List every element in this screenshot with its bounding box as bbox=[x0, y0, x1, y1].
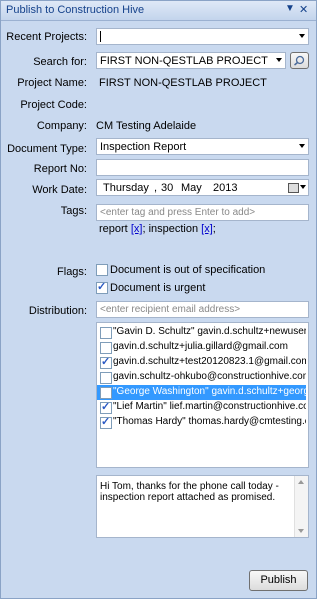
recipient-text: "George Washington" gavin.d.schultz+geor… bbox=[113, 386, 306, 397]
window-title: Publish to Construction Hive bbox=[6, 4, 145, 16]
recipient-checkbox[interactable] bbox=[100, 355, 112, 369]
work-date-separator: , bbox=[154, 182, 158, 194]
recent-projects-label: Recent Projects: bbox=[6, 31, 87, 43]
recipient-checkbox[interactable] bbox=[100, 372, 112, 384]
search-project-value: FIRST NON-QESTLAB PROJECT bbox=[100, 55, 268, 67]
list-item[interactable]: "Gavin D. Schultz" gavin.d.schultz+newus… bbox=[97, 325, 306, 340]
work-date-label: Work Date: bbox=[32, 184, 87, 196]
work-date-day[interactable]: 30 bbox=[161, 182, 173, 194]
tags-label: Tags: bbox=[60, 205, 87, 217]
message-line: Hi Tom, thanks for the phone call today … bbox=[100, 481, 279, 492]
flags-label: Flags: bbox=[57, 266, 87, 278]
recipient-list[interactable]: "Gavin D. Schultz" gavin.d.schultz+newus… bbox=[96, 322, 309, 468]
company-value: CM Testing Adelaide bbox=[96, 120, 197, 132]
flag-urgent-checkbox[interactable] bbox=[96, 280, 108, 294]
search-icon bbox=[294, 55, 305, 66]
recipient-checkbox[interactable] bbox=[100, 327, 112, 339]
document-type-dropdown[interactable]: Inspection Report bbox=[96, 138, 309, 155]
search-for-label: Search for: bbox=[33, 56, 87, 68]
tag-separator: ; bbox=[142, 223, 146, 235]
flag-out-of-spec-checkbox[interactable] bbox=[96, 264, 108, 276]
tag-label: report bbox=[99, 223, 128, 235]
tag-separator: ; bbox=[212, 223, 216, 235]
company-label: Company: bbox=[36, 120, 87, 132]
recipient-text: "Gavin D. Schultz" gavin.d.schultz+newus… bbox=[113, 326, 306, 337]
search-button[interactable] bbox=[290, 52, 309, 69]
close-icon[interactable]: ✕ bbox=[299, 3, 308, 16]
recipient-checkbox[interactable] bbox=[100, 400, 112, 414]
scroll-up-icon[interactable] bbox=[298, 480, 304, 484]
project-name-label: Project Name: bbox=[17, 77, 87, 89]
title-bar: Publish to Construction Hive ▼ ✕ bbox=[1, 1, 316, 21]
flag-out-of-spec-label: Document is out of specification bbox=[110, 264, 266, 276]
document-type-label: Document Type: bbox=[7, 143, 87, 155]
message-text: Hi Tom, thanks for the phone call today … bbox=[100, 481, 279, 503]
list-item[interactable]: "Thomas Hardy" thomas.hardy@cmtesting.co… bbox=[97, 415, 306, 430]
report-no-input[interactable] bbox=[96, 159, 309, 176]
publish-button[interactable]: Publish bbox=[249, 570, 308, 591]
work-date-year[interactable]: 2013 bbox=[213, 182, 237, 194]
recipient-email-input[interactable]: <enter recipient email address> bbox=[96, 301, 309, 318]
recent-projects-dropdown[interactable] bbox=[96, 28, 309, 45]
tag-input[interactable]: <enter tag and press Enter to add> bbox=[96, 204, 309, 221]
recipient-text: "Thomas Hardy" thomas.hardy@cmtesting.co… bbox=[113, 416, 306, 427]
message-textarea[interactable]: Hi Tom, thanks for the phone call today … bbox=[96, 475, 309, 538]
list-item[interactable]: gavin.schultz-ohkubo@constructionhive.co… bbox=[97, 370, 306, 385]
recipient-text: "Lief Martin" lief.martin@constructionhi… bbox=[113, 401, 306, 412]
tag-list: report [x]; inspection [x]; bbox=[99, 223, 216, 235]
recipient-text: gavin.d.schultz+test20120823.1@gmail.com bbox=[113, 356, 306, 367]
recipient-email-placeholder: <enter recipient email address> bbox=[100, 304, 241, 315]
document-type-value: Inspection Report bbox=[100, 141, 187, 153]
panel-menu-icon[interactable]: ▼ bbox=[285, 3, 295, 14]
work-date-month[interactable]: May bbox=[181, 182, 202, 194]
search-project-dropdown[interactable]: FIRST NON-QESTLAB PROJECT bbox=[96, 52, 286, 69]
publish-panel: Publish to Construction Hive ▼ ✕ Recent … bbox=[0, 0, 317, 599]
project-name-value: FIRST NON-QESTLAB PROJECT bbox=[99, 77, 267, 89]
list-item[interactable]: gavin.d.schultz+julia.gillard@gmail.com bbox=[97, 340, 306, 355]
flag-out-of-spec[interactable]: Document is out of specification bbox=[96, 263, 306, 278]
project-code-label: Project Code: bbox=[20, 99, 87, 111]
distribution-label: Distribution: bbox=[28, 305, 87, 317]
calendar-icon[interactable] bbox=[288, 183, 299, 193]
recipient-text: gavin.d.schultz+julia.gillard@gmail.com bbox=[113, 341, 288, 352]
list-item-selected[interactable]: "George Washington" gavin.d.schultz+geor… bbox=[97, 385, 306, 400]
tag-remove-link[interactable]: [x] bbox=[131, 223, 143, 235]
recipient-text: gavin.schultz-ohkubo@constructionhive.co… bbox=[113, 371, 306, 382]
flag-urgent[interactable]: Document is urgent bbox=[96, 280, 306, 296]
chevron-down-icon bbox=[276, 58, 282, 62]
scroll-down-icon[interactable] bbox=[298, 529, 304, 533]
list-item[interactable]: gavin.d.schultz+test20120823.1@gmail.com bbox=[97, 355, 306, 370]
message-scrollbar[interactable] bbox=[294, 476, 308, 537]
chevron-down-icon[interactable] bbox=[300, 185, 306, 189]
tag-label: inspection bbox=[148, 223, 199, 235]
flag-urgent-label: Document is urgent bbox=[110, 282, 206, 294]
report-no-label: Report No: bbox=[33, 163, 87, 175]
message-line: inspection report attached as promised. bbox=[100, 492, 276, 503]
text-caret bbox=[100, 31, 101, 42]
work-date-picker[interactable]: Thursday , 30 May 2013 bbox=[96, 179, 309, 196]
chevron-down-icon bbox=[299, 34, 305, 38]
chevron-down-icon bbox=[299, 144, 305, 148]
tag-remove-link[interactable]: [x] bbox=[201, 223, 213, 235]
work-date-weekday[interactable]: Thursday bbox=[103, 182, 149, 194]
recipient-checkbox[interactable] bbox=[100, 387, 112, 399]
recipient-checkbox[interactable] bbox=[100, 415, 112, 429]
recipient-checkbox[interactable] bbox=[100, 342, 112, 354]
tag-input-placeholder: <enter tag and press Enter to add> bbox=[100, 207, 256, 218]
list-item[interactable]: "Lief Martin" lief.martin@constructionhi… bbox=[97, 400, 306, 415]
